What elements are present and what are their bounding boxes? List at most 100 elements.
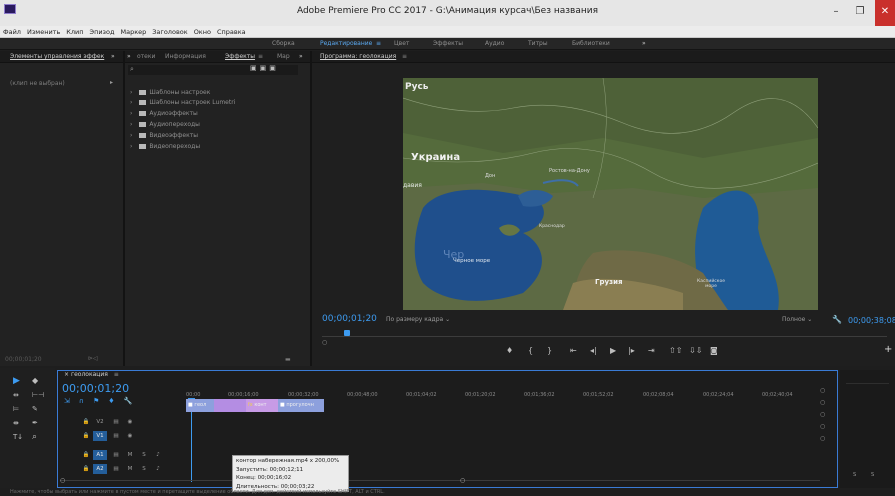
menu-marker[interactable]: Маркер bbox=[117, 26, 149, 38]
step-back-icon[interactable]: ◂| bbox=[590, 346, 597, 355]
mic-icon[interactable]: ♪ bbox=[151, 464, 165, 474]
workspace-assembly[interactable]: Сборка bbox=[272, 38, 295, 50]
clip-kontor[interactable]: fx конт bbox=[246, 399, 278, 412]
rate-stretch-tool-icon[interactable]: ⊢⊣ bbox=[32, 391, 44, 399]
program-menu-icon[interactable]: ≡ bbox=[402, 51, 407, 63]
timeline-tab[interactable]: × геолокация ≡ bbox=[64, 371, 119, 378]
play-icon[interactable]: ▶ bbox=[610, 346, 616, 355]
solo-button[interactable]: S bbox=[137, 450, 151, 460]
track-select-tool-icon[interactable]: ◆ bbox=[32, 376, 38, 385]
expand-arrow-icon[interactable]: ▸ bbox=[110, 79, 113, 86]
mark-out-icon[interactable]: } bbox=[547, 346, 552, 355]
workspace-more-icon[interactable]: » bbox=[642, 38, 646, 50]
program-monitor-title[interactable]: Программа: геолокация bbox=[320, 51, 396, 63]
fx-audio-transitions[interactable]: › Аудиопереходы bbox=[130, 120, 200, 130]
mark-in-icon[interactable]: { bbox=[528, 346, 533, 355]
step-forward-icon[interactable]: |▸ bbox=[628, 346, 635, 355]
effects-menu-icon[interactable]: ≡ bbox=[258, 51, 263, 63]
menu-window[interactable]: Окно bbox=[191, 26, 214, 38]
hand-tool-icon[interactable]: T↓ bbox=[13, 433, 23, 441]
menu-sequence[interactable]: Эпизод bbox=[87, 26, 118, 38]
playhead-marker[interactable] bbox=[344, 330, 350, 336]
close-tab-icon[interactable]: × bbox=[64, 371, 69, 378]
fx-video-effects[interactable]: › Видеоэффекты bbox=[130, 131, 198, 141]
timeline-scrollbar[interactable]: ○ ○ bbox=[60, 478, 820, 484]
menu-help[interactable]: Справка bbox=[214, 26, 249, 38]
timeline-menu-icon[interactable]: ≡ bbox=[114, 371, 119, 378]
program-scrub-bar[interactable] bbox=[322, 330, 887, 338]
track-label-a1[interactable]: A1 bbox=[93, 450, 107, 460]
mute-button[interactable]: M bbox=[123, 464, 137, 474]
tabs-more-icon[interactable]: » bbox=[299, 51, 303, 63]
go-to-in-icon[interactable]: ⇤ bbox=[570, 346, 577, 355]
lock-icon[interactable]: 🔒 bbox=[79, 417, 93, 427]
add-button-icon[interactable]: + bbox=[884, 344, 892, 355]
program-timecode[interactable]: 00;00;01;20 bbox=[322, 314, 377, 324]
accelerated-effects-icons[interactable]: ▣▣▣ bbox=[250, 64, 279, 72]
new-bin-icon[interactable]: ▬ bbox=[285, 356, 291, 363]
tab-markers[interactable]: Мар bbox=[277, 51, 290, 63]
track-label-v1[interactable]: V1 bbox=[93, 431, 107, 441]
scrollbar-handle-left[interactable]: ○ bbox=[60, 478, 65, 484]
selection-tool-icon[interactable]: ▶ bbox=[13, 376, 20, 386]
rolling-edit-tool-icon[interactable]: ⊨ bbox=[13, 405, 19, 413]
minimize-button[interactable]: – bbox=[823, 0, 849, 26]
export-frame-icon[interactable]: ◙ bbox=[710, 346, 718, 355]
tab-effects[interactable]: Эффекты bbox=[225, 51, 255, 63]
lock-icon[interactable]: 🔒 bbox=[79, 431, 93, 441]
clip-progulka[interactable]: ■ прогулочн bbox=[278, 399, 324, 412]
effect-controls-filter-icon[interactable]: ⊳◁ bbox=[88, 355, 98, 362]
lock-icon[interactable]: 🔒 bbox=[79, 464, 93, 474]
vertical-zoom-handles[interactable]: ○ ○ ○ ○ ○ bbox=[820, 385, 825, 445]
razor-tool-icon[interactable]: ✎ bbox=[32, 405, 38, 413]
tab-effect-controls[interactable]: Элементы управления эффек bbox=[10, 51, 104, 63]
lift-icon[interactable]: ⇧⇧ bbox=[669, 346, 682, 355]
menu-file[interactable]: Файл bbox=[0, 26, 24, 38]
timeline-options-icons[interactable]: ⇲∩⚑♦🔧 bbox=[64, 397, 141, 405]
workspace-color[interactable]: Цвет bbox=[394, 38, 409, 50]
solo-button[interactable]: S bbox=[137, 464, 151, 474]
sync-icon[interactable]: ▤ bbox=[109, 464, 123, 474]
menu-edit[interactable]: Изменить bbox=[24, 26, 63, 38]
tabs-overflow-icon[interactable]: » bbox=[127, 51, 131, 63]
workspace-audio[interactable]: Аудио bbox=[485, 38, 504, 50]
eye-icon[interactable]: ◉ bbox=[123, 431, 137, 441]
workspace-effects[interactable]: Эффекты bbox=[433, 38, 463, 50]
workspace-libraries[interactable]: Библиотеки bbox=[572, 38, 610, 50]
zoom-fit-dropdown[interactable]: По размеру кадра ⌄ bbox=[386, 316, 450, 323]
maximize-button[interactable]: ❐ bbox=[847, 0, 873, 26]
tab-info[interactable]: Информация bbox=[165, 51, 206, 63]
pen-tool-icon[interactable]: ✒ bbox=[32, 419, 38, 427]
solo-right-button[interactable]: S bbox=[871, 472, 874, 478]
ripple-edit-tool-icon[interactable]: ⇹ bbox=[13, 391, 19, 399]
workspace-titles[interactable]: Титры bbox=[528, 38, 548, 50]
menu-title[interactable]: Заголовок bbox=[149, 26, 190, 38]
close-button[interactable]: ✕ bbox=[875, 0, 895, 26]
eye-icon[interactable]: ◉ bbox=[123, 417, 137, 427]
track-label-a2[interactable]: A2 bbox=[93, 464, 107, 474]
fx-lumetri-presets[interactable]: › Шаблоны настроек Lumetri bbox=[130, 98, 235, 108]
go-to-out-icon[interactable]: ⇥ bbox=[648, 346, 655, 355]
sync-icon[interactable]: ▤ bbox=[109, 417, 123, 427]
clip-purple[interactable] bbox=[214, 399, 246, 412]
zoom-tool-icon[interactable]: ⌕ bbox=[32, 432, 37, 442]
mute-button[interactable]: M bbox=[123, 450, 137, 460]
workspace-menu-icon[interactable]: ≡ bbox=[376, 38, 381, 50]
fx-presets[interactable]: › Шаблоны настроек bbox=[130, 88, 210, 98]
scrollbar-handle-right[interactable]: ○ bbox=[460, 478, 465, 484]
menu-clip[interactable]: Клип bbox=[63, 26, 86, 38]
slip-tool-icon[interactable]: ⇼ bbox=[13, 419, 19, 427]
quality-dropdown[interactable]: Полное ⌄ bbox=[782, 316, 812, 323]
zoom-scroll-handle[interactable]: ○ bbox=[322, 339, 327, 346]
settings-wrench-icon[interactable]: 🔧 bbox=[832, 315, 842, 324]
extract-icon[interactable]: ⇩⇩ bbox=[689, 346, 702, 355]
solo-left-button[interactable]: S bbox=[853, 472, 856, 478]
fx-audio-effects[interactable]: › Аудиоэффекты bbox=[130, 109, 198, 119]
track-label-v2[interactable]: V2 bbox=[93, 417, 107, 427]
sync-icon[interactable]: ▤ bbox=[109, 450, 123, 460]
tab-media-browser[interactable]: отеки bbox=[137, 51, 155, 63]
sync-icon[interactable]: ▤ bbox=[109, 431, 123, 441]
workspace-editing[interactable]: Редактирование bbox=[320, 38, 372, 50]
more-tabs-icon[interactable]: » bbox=[111, 51, 115, 63]
fx-video-transitions[interactable]: › Видеопереходы bbox=[130, 142, 200, 152]
